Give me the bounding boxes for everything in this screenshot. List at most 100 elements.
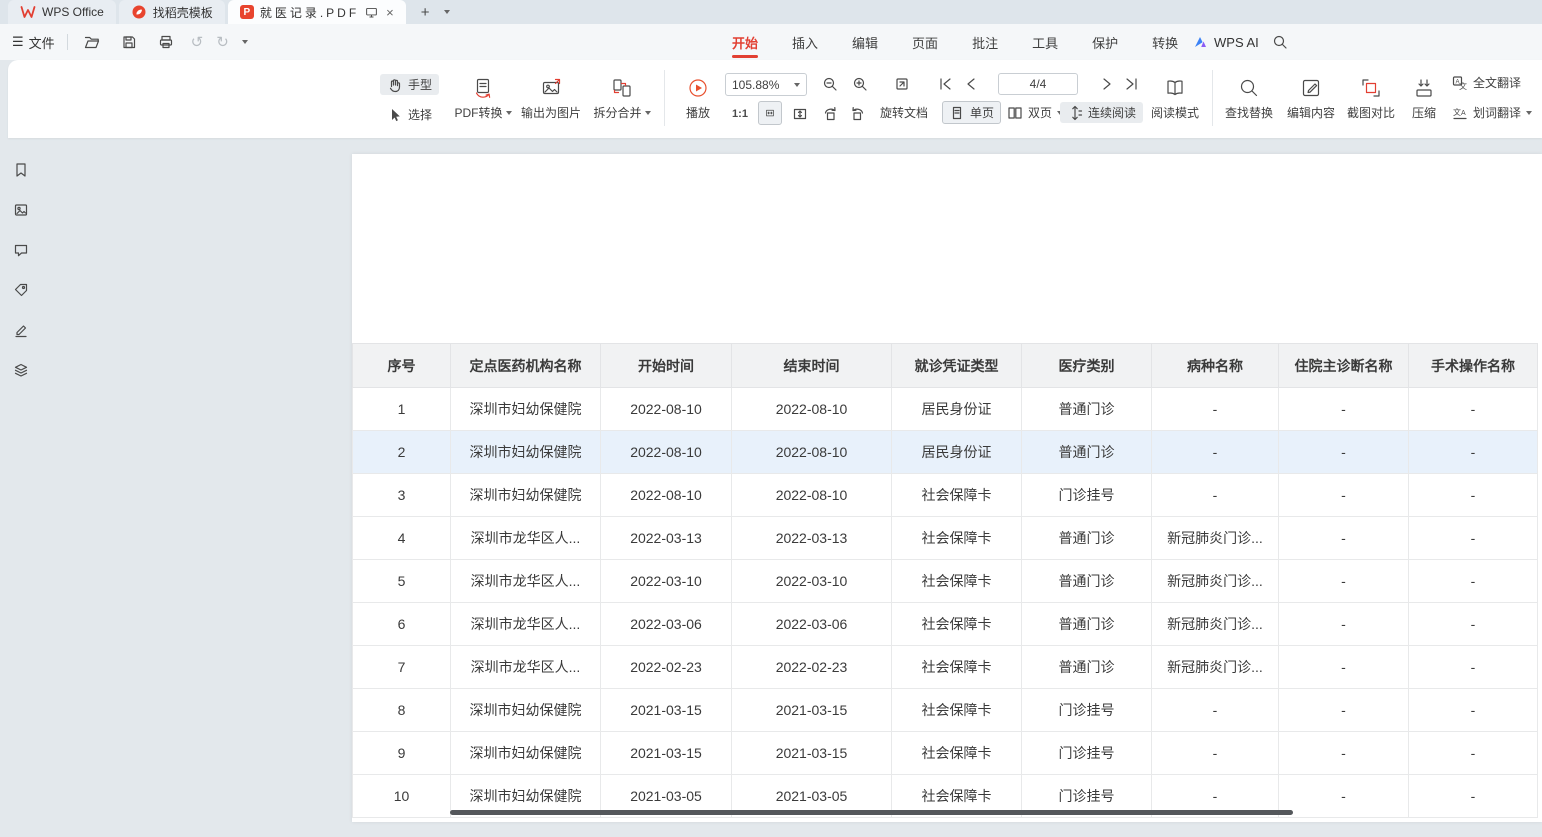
edit-content-label: 编辑内容 xyxy=(1287,104,1335,121)
hand-tool-label: 手型 xyxy=(408,76,432,93)
screenshot-compare-label: 截图对比 xyxy=(1347,104,1395,121)
table-cell: 2022-03-10 xyxy=(601,560,732,603)
open-button[interactable] xyxy=(80,30,104,54)
column-header: 医疗类别 xyxy=(1022,344,1152,388)
tab-docer[interactable]: 找稻壳模板 xyxy=(119,0,225,24)
table-cell: 2022-03-06 xyxy=(732,603,892,646)
zoom-in-button[interactable] xyxy=(848,72,872,96)
next-page-button[interactable] xyxy=(1094,72,1118,96)
bookmark-panel-button[interactable] xyxy=(13,162,31,180)
prev-page-button[interactable] xyxy=(960,72,984,96)
save-button[interactable] xyxy=(117,30,141,54)
column-header: 手术操作名称 xyxy=(1409,344,1538,388)
comment-panel-button[interactable] xyxy=(13,242,31,260)
table-cell: 2022-08-10 xyxy=(732,474,892,517)
menu-tools[interactable]: 工具 xyxy=(1030,24,1060,60)
table-cell: - xyxy=(1409,474,1538,517)
fit-page-button[interactable] xyxy=(788,102,812,126)
actual-size-button[interactable]: 1:1 xyxy=(728,102,752,126)
menu-convert[interactable]: 转换 xyxy=(1150,24,1180,60)
file-menu-button[interactable]: ☰ 文件 xyxy=(12,33,55,52)
table-cell: 2022-08-10 xyxy=(601,474,732,517)
thumbnail-panel-button[interactable] xyxy=(13,202,31,220)
save-icon xyxy=(121,34,137,50)
horizontal-scrollbar[interactable] xyxy=(450,810,1293,815)
table-row: 9深圳市妇幼保健院2021-03-152021-03-15社会保障卡门诊挂号--… xyxy=(353,732,1538,775)
table-cell: - xyxy=(1409,689,1538,732)
split-merge-button[interactable]: 拆分合并 xyxy=(588,70,656,128)
menu-annotate[interactable]: 批注 xyxy=(970,24,1000,60)
table-cell: 2022-03-13 xyxy=(732,517,892,560)
rotate-document-button[interactable]: 旋转文档 xyxy=(880,104,928,121)
play-button[interactable]: 播放 xyxy=(676,70,720,128)
pen-panel-button[interactable] xyxy=(13,322,31,340)
new-tab-button[interactable]: + xyxy=(421,5,430,20)
wps-ai-button[interactable]: WPS AI xyxy=(1192,24,1259,60)
document-area: 序号定点医药机构名称开始时间结束时间就诊凭证类型医疗类别病种名称住院主诊断名称手… xyxy=(0,138,1542,837)
fit-width-button[interactable] xyxy=(758,101,782,125)
menu-start[interactable]: 开始 xyxy=(730,24,760,60)
tag-panel-button[interactable] xyxy=(13,282,31,300)
tab-document[interactable]: P 就医记录.PDF × xyxy=(228,0,406,24)
table-cell: - xyxy=(1279,431,1409,474)
rotate-right-button[interactable] xyxy=(846,102,870,126)
rotate-left-icon xyxy=(822,106,838,122)
word-translate-button[interactable]: 文A 划词翻译 xyxy=(1452,104,1532,121)
pdf-convert-button[interactable]: PDF转换 xyxy=(452,70,514,128)
pdf-file-icon: P xyxy=(240,5,254,19)
quick-access-chevron-icon[interactable] xyxy=(242,40,248,44)
tab-close-icon[interactable]: × xyxy=(384,5,394,20)
table-cell: 居民身份证 xyxy=(892,388,1022,431)
export-image-button[interactable]: 输出为图片 xyxy=(518,70,584,128)
menu-page[interactable]: 页面 xyxy=(910,24,940,60)
split-merge-label: 拆分合并 xyxy=(593,104,641,121)
select-tool-button[interactable]: 选择 xyxy=(380,104,439,125)
menu-protect[interactable]: 保护 xyxy=(1090,24,1120,60)
full-translate-button[interactable]: A文 全文翻译 xyxy=(1452,74,1521,91)
zoom-out-icon xyxy=(822,76,838,92)
table-cell: 新冠肺炎门诊... xyxy=(1152,560,1279,603)
tab-list-chevron-icon[interactable] xyxy=(444,10,450,14)
compress-icon xyxy=(1413,77,1435,99)
undo-button[interactable]: ↺ xyxy=(191,35,204,50)
rotate-left-button[interactable] xyxy=(818,102,842,126)
layers-panel-button[interactable] xyxy=(13,362,31,380)
redo-button[interactable]: ↻ xyxy=(216,35,229,50)
table-cell: 普通门诊 xyxy=(1022,560,1152,603)
menu-edit[interactable]: 编辑 xyxy=(850,24,880,60)
svg-text:A: A xyxy=(1461,110,1466,117)
read-mode-button[interactable]: 阅读模式 xyxy=(1146,70,1204,128)
page-indicator-input[interactable]: 4/4 xyxy=(998,73,1078,95)
bookmark-icon xyxy=(13,162,29,178)
hand-tool-button[interactable]: 手型 xyxy=(380,74,439,95)
find-replace-button[interactable]: 查找替换 xyxy=(1220,70,1278,128)
edit-content-button[interactable]: 编辑内容 xyxy=(1282,70,1340,128)
single-page-button[interactable]: 单页 xyxy=(942,101,1001,124)
last-page-button[interactable] xyxy=(1120,72,1144,96)
tab-home[interactable]: WPS Office xyxy=(8,0,116,24)
compress-button[interactable]: 压缩 xyxy=(1404,70,1444,128)
print-button[interactable] xyxy=(154,30,178,54)
cursor-icon xyxy=(387,107,403,123)
svg-text:文: 文 xyxy=(1453,107,1461,117)
table-cell: - xyxy=(1152,732,1279,775)
zoom-out-button[interactable] xyxy=(818,72,842,96)
zoom-select[interactable]: 105.88% xyxy=(725,73,807,96)
compress-label: 压缩 xyxy=(1412,104,1436,121)
table-row: 7深圳市龙华区人...2022-02-232022-02-23社会保障卡普通门诊… xyxy=(353,646,1538,689)
table-cell: - xyxy=(1279,646,1409,689)
table-cell: - xyxy=(1409,517,1538,560)
thumbnail-icon xyxy=(13,202,29,218)
menu-insert[interactable]: 插入 xyxy=(790,24,820,60)
screenshot-compare-button[interactable]: 截图对比 xyxy=(1342,70,1400,128)
table-cell: 2022-03-06 xyxy=(601,603,732,646)
table-cell: - xyxy=(1279,560,1409,603)
fit-window-button[interactable] xyxy=(890,72,914,96)
first-page-button[interactable] xyxy=(933,72,957,96)
full-translate-label: 全文翻译 xyxy=(1473,74,1521,91)
table-cell: 普通门诊 xyxy=(1022,388,1152,431)
table-row: 4深圳市龙华区人...2022-03-132022-03-13社会保障卡普通门诊… xyxy=(353,517,1538,560)
continuous-read-button[interactable]: 连续阅读 xyxy=(1060,102,1143,123)
continuous-read-icon xyxy=(1067,105,1083,121)
search-button[interactable] xyxy=(1272,34,1288,50)
